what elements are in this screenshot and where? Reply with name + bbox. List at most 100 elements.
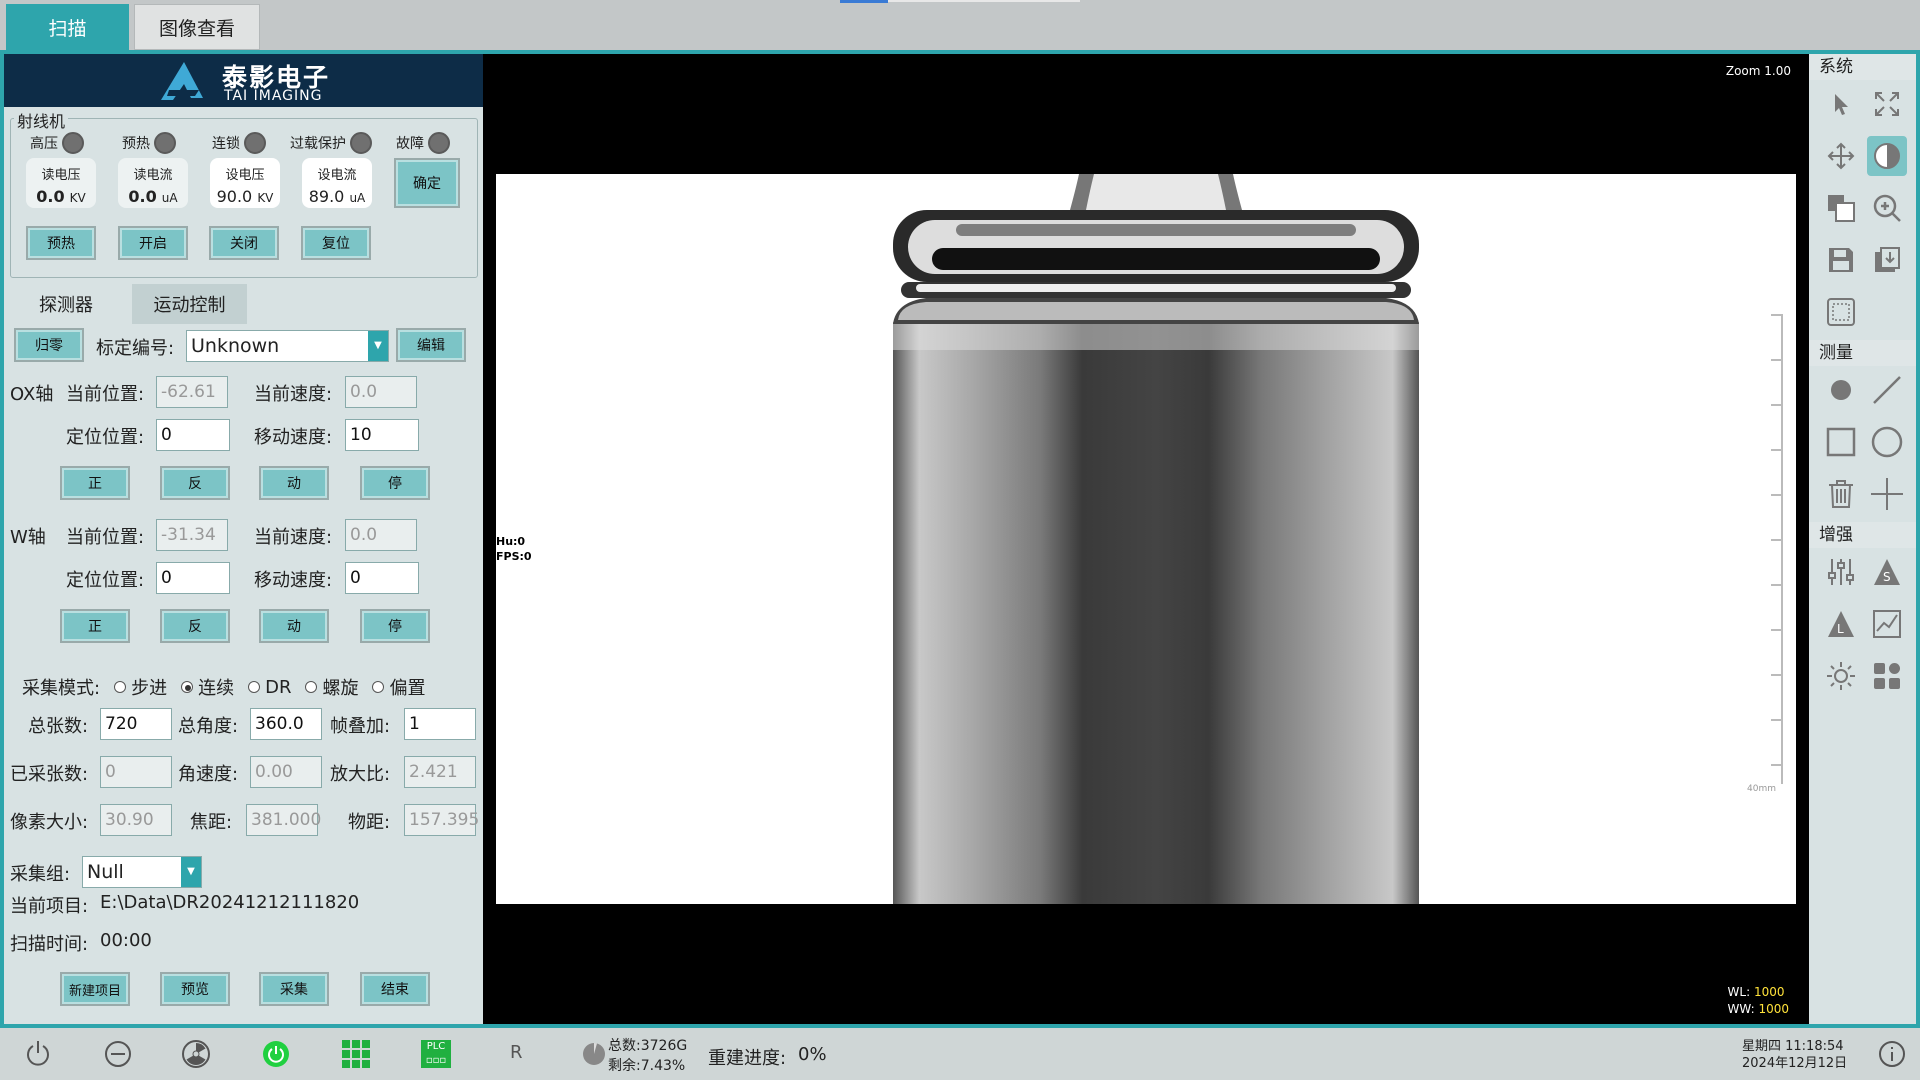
acquire-button[interactable]: 采集 (259, 972, 329, 1006)
end-button[interactable]: 结束 (360, 972, 430, 1006)
radio-label: 步进 (131, 678, 168, 699)
brightness-icon[interactable] (1821, 656, 1861, 696)
mode-offset-radio[interactable]: 偏置 (372, 674, 425, 700)
ox-cur-pos-field: -62.61 (156, 376, 228, 408)
new-project-button[interactable]: 新建项目 (60, 972, 130, 1006)
calib-select[interactable]: Unknown ▼ (186, 330, 389, 362)
mode-step-radio[interactable]: 步进 (114, 674, 167, 700)
xray-image[interactable] (496, 174, 1796, 904)
ox-cur-pos-label: 当前位置: (66, 384, 145, 405)
xray-off-button[interactable]: 关闭 (209, 226, 279, 260)
tab-detector[interactable]: 探测器 (8, 284, 124, 324)
r-indicator: R (510, 1042, 523, 1063)
readout-value: 89.0 (308, 187, 345, 206)
ox-target-input[interactable]: 0 (156, 419, 230, 451)
readout-set-voltage[interactable]: 设电压 90.0 KV (210, 158, 280, 208)
total-angle-label: 总角度: (178, 716, 239, 737)
zoom-in-icon[interactable] (1867, 188, 1907, 228)
power-icon[interactable] (20, 1036, 56, 1072)
w-cur-pos-label: 当前位置: (66, 527, 145, 548)
readout-read-voltage: 读电压 0.0 KV (26, 158, 96, 208)
w-reverse-button[interactable]: 反 (160, 609, 230, 643)
wl-value: 1000 (1753, 985, 1785, 999)
w-cur-speed-field: 0.0 (345, 519, 417, 551)
rectangle-tool-icon[interactable] (1821, 422, 1861, 462)
home-button[interactable]: 归零 (14, 328, 84, 362)
ox-reverse-button[interactable]: 反 (160, 466, 230, 500)
contrast-icon[interactable] (1867, 136, 1907, 176)
section-enhance: 增强 (1809, 522, 1916, 548)
readout-set-current[interactable]: 设电流 89.0 uA (302, 158, 372, 208)
curve-ace-icon[interactable] (1867, 604, 1907, 644)
circle-tool-icon[interactable] (1867, 422, 1907, 462)
indicator-label: 故障 (396, 136, 424, 152)
fullscreen-icon[interactable] (1867, 84, 1907, 124)
ox-cur-speed-label: 当前速度: (254, 384, 333, 405)
object-distance-label: 物距: (348, 812, 391, 833)
w-axis-label: W轴 (10, 527, 46, 548)
edit-button[interactable]: 编辑 (396, 328, 466, 362)
acquired-field: 0 (100, 756, 172, 788)
readout-unit: uA (161, 191, 178, 205)
ox-stop-button[interactable]: 停 (360, 466, 430, 500)
level-filter-icon[interactable]: L (1821, 604, 1861, 644)
xray-confirm-button[interactable]: 确定 (394, 158, 460, 208)
layer-overlay-icon[interactable] (1821, 188, 1861, 228)
ox-speed-input[interactable]: 10 (345, 419, 419, 451)
trash-icon[interactable] (1821, 474, 1861, 514)
frame-stack-input[interactable]: 1 (404, 708, 476, 740)
w-forward-button[interactable]: 正 (60, 609, 130, 643)
w-target-input[interactable]: 0 (156, 562, 230, 594)
mode-dr-radio[interactable]: DR (248, 677, 291, 698)
xray-reset-button[interactable]: 复位 (301, 226, 371, 260)
frame-stack-label: 帧叠加: (330, 716, 391, 737)
sharpen-icon[interactable]: S (1867, 552, 1907, 592)
tab-scan[interactable]: 扫描 (6, 4, 129, 50)
adjust-sliders-icon[interactable] (1821, 552, 1861, 592)
xray-on-button[interactable]: 开启 (118, 226, 188, 260)
w-cur-speed-label: 当前速度: (254, 527, 333, 548)
w-move-button[interactable]: 动 (259, 609, 329, 643)
w-cur-pos-field: -31.34 (156, 519, 228, 551)
total-frames-input[interactable]: 720 (100, 708, 172, 740)
readout-unit: KV (69, 191, 86, 205)
tab-image-view[interactable]: 图像查看 (134, 4, 260, 50)
window-indicator (840, 0, 888, 3)
ox-forward-button[interactable]: 正 (60, 466, 130, 500)
apps-grid-icon[interactable] (1867, 656, 1907, 696)
readout-value: 0.0 (128, 187, 157, 206)
preview-button[interactable]: 预览 (160, 972, 230, 1006)
save-icon[interactable] (1821, 240, 1861, 280)
chevron-down-icon[interactable]: ▼ (181, 857, 201, 887)
calib-value: Unknown (191, 335, 280, 357)
minus-circle-icon[interactable] (100, 1036, 136, 1072)
roi-select-icon[interactable] (1821, 292, 1861, 332)
date: 2024年12月12日 (1742, 1056, 1848, 1071)
xray-preheat-button[interactable]: 预热 (26, 226, 96, 260)
datetime: 星期四 11:18:54 2024年12月12日 (1742, 1038, 1847, 1072)
export-icon[interactable] (1867, 240, 1907, 280)
crosshair-icon[interactable] (1867, 474, 1907, 514)
pan-move-icon[interactable] (1821, 136, 1861, 176)
acq-group-select[interactable]: Null ▼ (82, 856, 202, 888)
status-led-icon (62, 132, 84, 154)
ox-move-button[interactable]: 动 (259, 466, 329, 500)
point-tool-icon[interactable] (1821, 370, 1861, 410)
line-tool-icon[interactable] (1867, 370, 1907, 410)
tab-motion-control[interactable]: 运动控制 (132, 284, 247, 324)
acquired-label: 已采张数: (10, 764, 89, 785)
pointer-icon[interactable] (1821, 84, 1861, 124)
radiation-icon[interactable] (178, 1036, 214, 1072)
total-angle-input[interactable]: 360.0 (250, 708, 322, 740)
indicator-label: 高压 (30, 136, 58, 152)
indicator-label: 过载保护 (290, 136, 346, 152)
acq-mode-row: 采集模式: 步进 连续 DR 螺旋 偏置 (22, 674, 429, 700)
image-viewer[interactable]: Zoom 1.00 Hu:0 FPS:0 40mm WL: 1000 WW: 1… (483, 54, 1809, 1024)
chevron-down-icon[interactable]: ▼ (368, 331, 388, 361)
info-icon[interactable] (1874, 1036, 1910, 1072)
w-stop-button[interactable]: 停 (360, 609, 430, 643)
mode-helical-radio[interactable]: 螺旋 (305, 674, 358, 700)
w-speed-input[interactable]: 0 (345, 562, 419, 594)
mode-continuous-radio[interactable]: 连续 (181, 674, 234, 700)
section-measure: 测量 (1809, 340, 1916, 366)
